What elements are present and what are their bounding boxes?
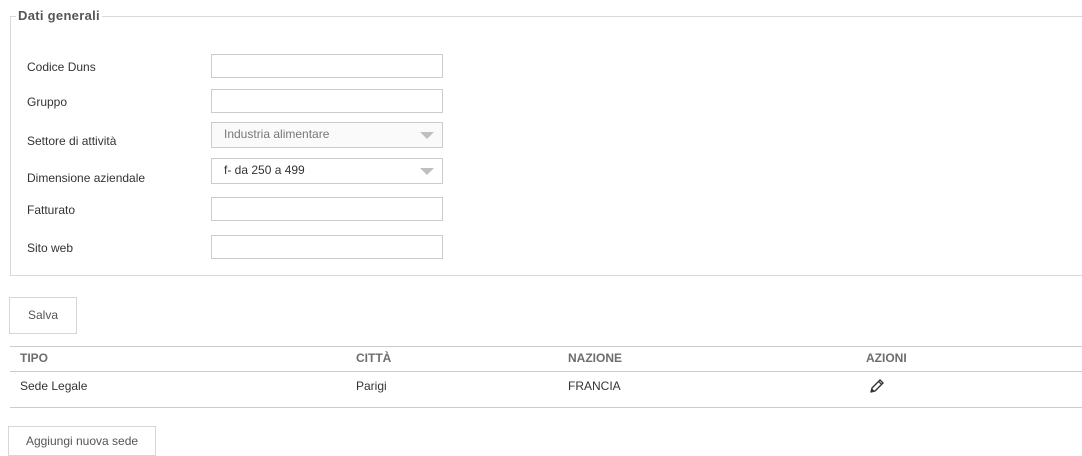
cell-citta: Parigi <box>356 379 387 393</box>
settore-label: Settore di attività <box>27 134 117 148</box>
save-button[interactable]: Salva <box>9 297 77 334</box>
section-legend: Dati generali <box>16 8 102 23</box>
fatturato-label: Fatturato <box>27 203 76 217</box>
codice-duns-label: Codice Duns <box>27 60 96 74</box>
form-row-fatturato: Fatturato <box>0 197 460 223</box>
cell-nazione: FRANCIA <box>568 379 621 393</box>
column-header-azioni[interactable]: AZIONI <box>866 347 907 370</box>
pencil-icon[interactable] <box>868 377 886 395</box>
fatturato-input[interactable] <box>211 197 443 221</box>
chevron-down-icon <box>420 132 434 139</box>
form-row-codice-duns: Codice Duns <box>0 54 460 80</box>
column-header-citta[interactable]: CITTÀ <box>356 347 391 370</box>
settore-select[interactable]: Industria alimentare <box>211 122 443 148</box>
settore-select-value: Industria alimentare <box>224 127 330 141</box>
table-header: TIPO CITTÀ NAZIONE AZIONI <box>10 346 1082 372</box>
gruppo-input[interactable] <box>211 89 443 113</box>
sito-web-input[interactable] <box>211 235 443 259</box>
table-row: Sede Legale Parigi FRANCIA <box>10 371 1082 408</box>
sito-web-label: Sito web <box>27 241 74 255</box>
dimensione-label: Dimensione aziendale <box>27 171 146 185</box>
form-row-gruppo: Gruppo <box>0 89 460 115</box>
gruppo-label: Gruppo <box>27 95 68 109</box>
codice-duns-input[interactable] <box>211 54 443 78</box>
chevron-down-icon <box>420 168 434 175</box>
form-row-settore: Settore di attività Industria alimentare <box>0 122 460 148</box>
add-sede-button[interactable]: Aggiungi nuova sede <box>8 426 156 456</box>
column-header-nazione[interactable]: NAZIONE <box>568 347 622 370</box>
form-row-sito-web: Sito web <box>0 235 460 261</box>
dimensione-select[interactable]: f- da 250 a 499 <box>211 158 443 184</box>
form-row-dimensione: Dimensione aziendale f- da 250 a 499 <box>0 158 460 185</box>
sedi-table: TIPO CITTÀ NAZIONE AZIONI Sede Legale Pa… <box>10 346 1082 408</box>
cell-tipo: Sede Legale <box>20 379 88 393</box>
column-header-tipo[interactable]: TIPO <box>20 347 48 370</box>
dimensione-select-value: f- da 250 a 499 <box>224 163 305 177</box>
